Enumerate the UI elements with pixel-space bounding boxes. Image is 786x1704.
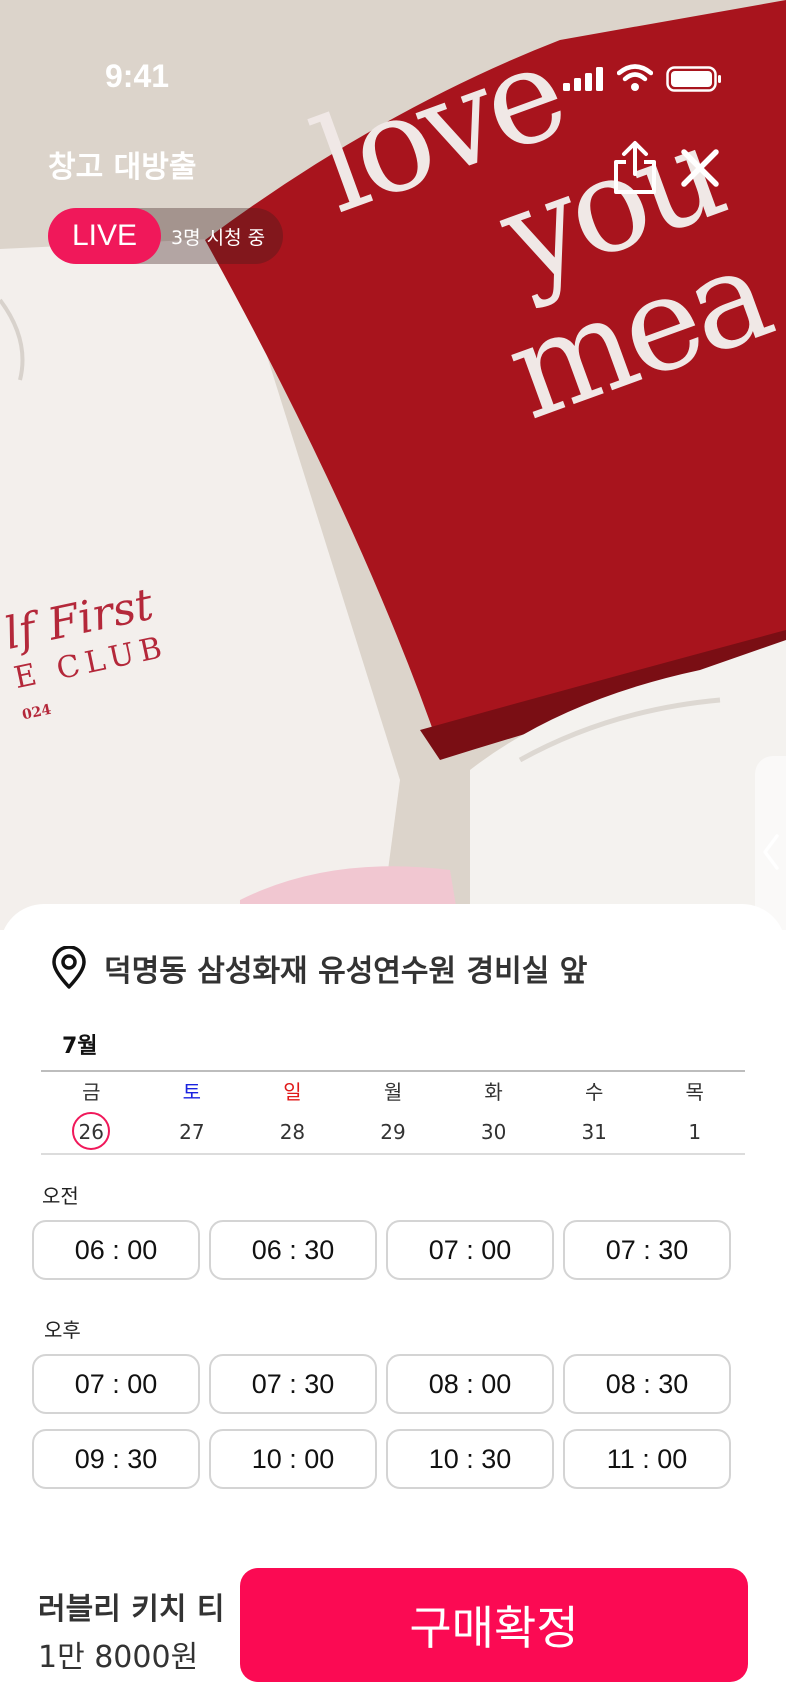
calendar-day[interactable]: 월 29	[343, 1078, 444, 1152]
share-button[interactable]	[610, 140, 660, 196]
calendar-date-selected: 26	[72, 1112, 111, 1150]
morning-label: 오전	[42, 1184, 79, 1208]
calendar-day[interactable]: 수 31	[544, 1078, 645, 1152]
day-of-week: 수	[584, 1080, 604, 1104]
live-room-title: 창고 대방출	[48, 150, 197, 185]
day-of-week: 화	[484, 1080, 503, 1104]
time-slot-button[interactable]: 08 : 00	[386, 1354, 554, 1414]
date-picker: 금 26 토 27 일 28 월 29 화 30 수 31 목 1	[41, 1078, 745, 1152]
calendar-day[interactable]: 토 27	[142, 1078, 243, 1152]
calendar-date: 1	[688, 1120, 702, 1144]
calendar-date: 30	[480, 1120, 507, 1144]
calendar-date: 31	[581, 1120, 607, 1144]
time-slot-button[interactable]: 10 : 30	[386, 1429, 554, 1489]
afternoon-label: 오후	[44, 1318, 81, 1342]
day-of-week: 월	[383, 1080, 403, 1104]
location-pin-icon	[52, 946, 86, 989]
share-icon	[614, 141, 656, 194]
day-of-week: 목	[685, 1080, 704, 1104]
wifi-icon	[617, 64, 653, 91]
time-slot-button[interactable]: 07 : 30	[209, 1354, 377, 1414]
product-name: 러블리 키치 티	[38, 1592, 225, 1627]
battery-icon	[666, 66, 721, 92]
calendar-day[interactable]: 일 28	[242, 1078, 343, 1152]
day-of-week: 토	[182, 1080, 202, 1104]
live-badge: LIVE	[48, 208, 162, 264]
calendar-month: 7월	[62, 1034, 98, 1059]
location-text: 덕명동 삼성화재 유성연수원 경비실 앞	[104, 954, 588, 989]
pickup-location: 덕명동 삼성화재 유성연수원 경비실 앞	[50, 946, 587, 990]
live-indicator: LIVE 3명 시청 중	[48, 208, 284, 264]
status-bar: 9:41	[0, 0, 786, 100]
reservation-sheet: 덕명동 삼성화재 유성연수원 경비실 앞 7월 금 26 토 27 일 28 월…	[0, 904, 786, 1704]
calendar-day[interactable]: 금 26	[41, 1078, 142, 1152]
afternoon-time-slots: 07 : 00 07 : 30 08 : 00 08 : 30 09 : 30 …	[32, 1354, 731, 1489]
divider	[41, 1070, 745, 1072]
time-slot-button[interactable]: 10 : 00	[209, 1429, 377, 1489]
close-button[interactable]	[676, 144, 724, 192]
status-time: 9:41	[105, 58, 170, 94]
calendar-day[interactable]: 화 30	[443, 1078, 544, 1152]
time-slot-button[interactable]: 06 : 30	[209, 1220, 377, 1280]
time-slot-button[interactable]: 06 : 00	[32, 1220, 200, 1280]
time-slot-button[interactable]: 08 : 30	[563, 1354, 731, 1414]
time-slot-button[interactable]: 11 : 00	[563, 1429, 731, 1489]
morning-time-slots: 06 : 00 06 : 30 07 : 00 07 : 30	[32, 1220, 731, 1280]
divider	[41, 1153, 745, 1155]
calendar-date: 28	[279, 1120, 306, 1144]
cellular-signal-icon	[563, 67, 603, 91]
time-slot-button[interactable]: 07 : 00	[386, 1220, 554, 1280]
time-slot-button[interactable]: 07 : 00	[32, 1354, 200, 1414]
calendar-date: 29	[380, 1120, 406, 1144]
live-stream-video: love you mea lf First E CLUB 024	[0, 0, 786, 930]
product-price: 1만 8000원	[38, 1640, 199, 1675]
time-slot-button[interactable]: 09 : 30	[32, 1429, 200, 1489]
calendar-date: 27	[179, 1120, 205, 1144]
time-slot-button[interactable]: 07 : 30	[563, 1220, 731, 1280]
chevron-left-icon	[763, 834, 779, 870]
day-of-week: 일	[283, 1080, 302, 1104]
calendar-day[interactable]: 목 1	[644, 1078, 745, 1152]
confirm-purchase-button[interactable]: 구매확정	[240, 1568, 748, 1682]
day-of-week: 금	[82, 1080, 101, 1104]
close-icon	[681, 149, 719, 187]
